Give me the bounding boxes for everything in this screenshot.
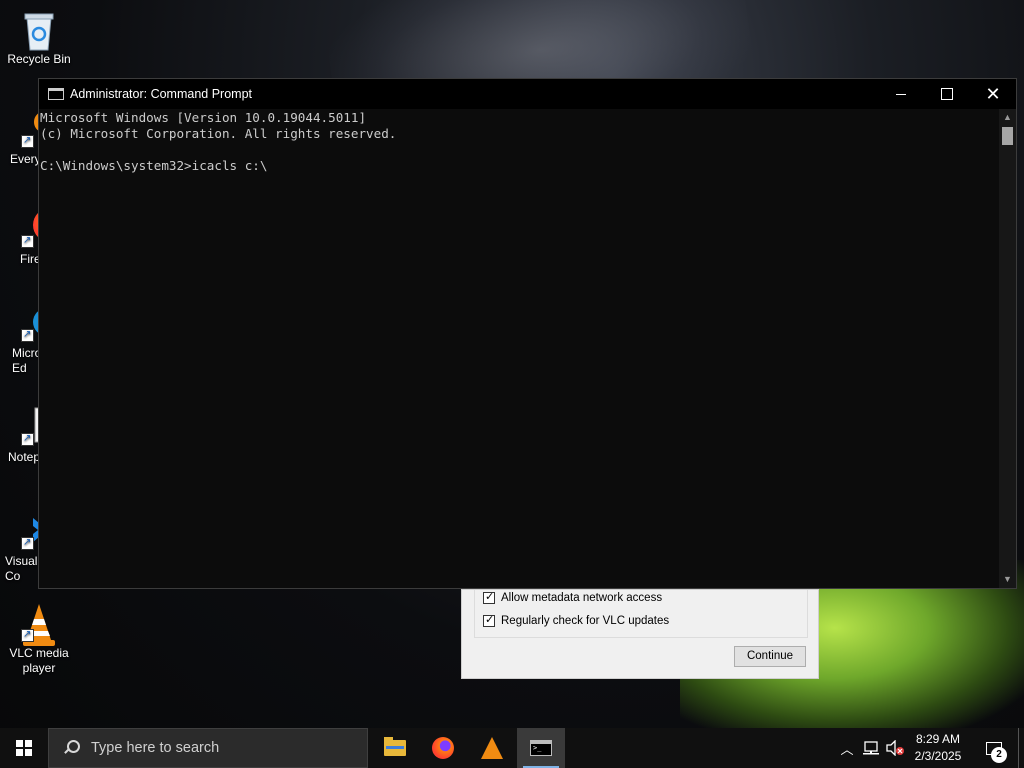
search-box[interactable]: Type here to search: [48, 728, 368, 768]
command-prompt-window[interactable]: Administrator: Command Prompt ✕ Microsof…: [38, 78, 1017, 589]
desktop-icon-vlc[interactable]: VLC media player: [0, 602, 78, 676]
taskbar-vlc[interactable]: [468, 728, 516, 768]
desktop-icon-recycle-bin[interactable]: Recycle Bin: [0, 8, 78, 67]
maximize-button[interactable]: [924, 79, 970, 109]
metadata-network-checkbox[interactable]: Allow metadata network access: [483, 590, 663, 604]
scroll-up-arrow-icon[interactable]: ▲: [999, 109, 1016, 126]
vlc-icon: [481, 737, 503, 759]
show-hidden-icons-button[interactable]: ︿: [838, 728, 856, 768]
window-title: Administrator: Command Prompt: [70, 87, 253, 101]
clock-time: 8:29 AM: [915, 732, 961, 746]
scroll-thumb[interactable]: [1002, 127, 1013, 145]
network-status[interactable]: [860, 728, 882, 768]
close-icon: ✕: [985, 83, 1001, 104]
checkbox-label: Regularly check for VLC updates: [501, 615, 670, 627]
search-icon: [63, 740, 80, 756]
taskbar: Type here to search ︿ 8:29 AM 2/3/2025 2: [0, 728, 1024, 768]
continue-button[interactable]: Continue: [734, 646, 806, 667]
firefox-icon: [432, 737, 454, 759]
windows-logo-icon: [16, 740, 32, 756]
network-icon: [863, 741, 879, 755]
console-output[interactable]: Microsoft Windows [Version 10.0.19044.50…: [39, 109, 999, 588]
shortcut-arrow-icon: [21, 233, 34, 248]
checkbox-checked-icon[interactable]: [483, 590, 495, 604]
minimize-button[interactable]: [878, 79, 924, 109]
command-prompt-icon: [48, 88, 64, 100]
console-line: (c) Microsoft Corporation. All rights re…: [40, 126, 397, 141]
system-clock[interactable]: 8:29 AM 2/3/2025: [902, 728, 974, 768]
recycle-bin-icon: [19, 8, 59, 51]
vlc-icon: [19, 602, 59, 646]
vertical-scrollbar[interactable]: ▲ ▼: [999, 109, 1016, 588]
minimize-icon: [896, 93, 906, 95]
taskbar-command-prompt[interactable]: [517, 728, 565, 768]
desktop-icon-label: Recycle Bin: [7, 52, 71, 66]
shortcut-arrow-icon: [21, 431, 34, 446]
desktop-icon-label: Micro Ed: [12, 346, 42, 375]
command-prompt-icon: [530, 740, 552, 756]
shortcut-arrow-icon: [21, 535, 34, 550]
shortcut-arrow-icon: [21, 327, 34, 342]
maximize-icon: [941, 88, 953, 100]
console-prompt-line: C:\Windows\system32>icacls c:\: [40, 158, 268, 173]
shortcut-arrow-icon: [21, 627, 34, 642]
console-line: Microsoft Windows [Version 10.0.19044.50…: [40, 110, 367, 125]
desktop-icon-label: Visual Co: [5, 554, 38, 583]
file-explorer-icon: [384, 737, 406, 756]
checkbox-label: Allow metadata network access: [501, 592, 663, 604]
checkbox-checked-icon[interactable]: [483, 613, 495, 627]
title-bar[interactable]: Administrator: Command Prompt ✕: [39, 79, 1016, 109]
clock-date: 2/3/2025: [914, 749, 962, 763]
desktop-icon-label: VLC media player: [9, 646, 69, 675]
show-desktop-button[interactable]: [1018, 728, 1019, 768]
chevron-up-icon: ︿: [840, 741, 854, 757]
shortcut-arrow-icon: [21, 133, 34, 148]
start-button[interactable]: [0, 728, 48, 768]
notification-count-badge: 2: [991, 747, 1007, 763]
scroll-down-arrow-icon[interactable]: ▼: [999, 571, 1016, 588]
taskbar-firefox[interactable]: [419, 728, 467, 768]
vlc-updates-checkbox[interactable]: Regularly check for VLC updates: [483, 613, 670, 627]
close-button[interactable]: ✕: [970, 79, 1016, 109]
taskbar-file-explorer[interactable]: [371, 728, 419, 768]
vlc-privacy-dialog: Allow metadata network access Regularly …: [461, 589, 819, 679]
search-placeholder: Type here to search: [91, 740, 220, 756]
